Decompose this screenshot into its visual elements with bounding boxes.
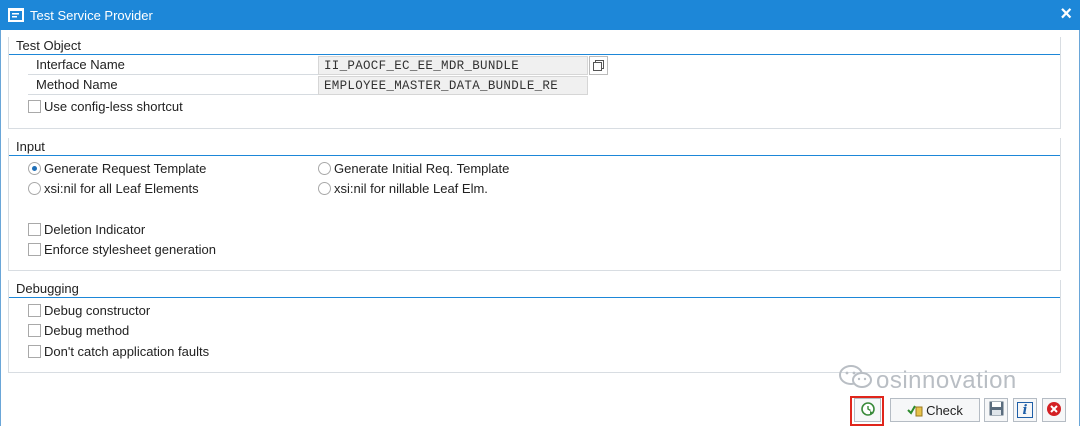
test-object-group: Test Object Interface Name II_PAOCF_EC_E… — [8, 37, 1061, 129]
checkbox-box[interactable] — [28, 242, 41, 256]
radio-xsi-all[interactable]: xsi:nil for all Leaf Elements — [28, 179, 199, 197]
interface-name-field[interactable]: II_PAOCF_EC_EE_MDR_BUNDLE — [318, 56, 588, 75]
checkbox-box[interactable] — [28, 222, 41, 236]
info-button[interactable]: i — [1013, 398, 1037, 422]
watermark-text: osinnovation — [876, 366, 1017, 394]
checkbox-box[interactable] — [28, 99, 41, 113]
info-icon: i — [1017, 402, 1033, 418]
title-bar: Test Service Provider × — [0, 0, 1080, 30]
window-title: Test Service Provider — [30, 7, 153, 23]
close-icon[interactable]: × — [1060, 3, 1072, 25]
radio-xsi-all-label: xsi:nil for all Leaf Elements — [44, 180, 199, 196]
interface-name-label: Interface Name — [28, 56, 318, 75]
debug-method-label: Debug method — [44, 322, 130, 338]
config-less-checkbox[interactable]: Use config-less shortcut — [28, 97, 183, 115]
dont-catch-label: Don't catch application faults — [44, 343, 210, 359]
radio-button[interactable] — [28, 181, 41, 195]
copy-icon[interactable] — [589, 56, 608, 75]
debug-constructor-checkbox[interactable]: Debug constructor — [28, 301, 150, 319]
save-button[interactable] — [984, 398, 1008, 422]
group-title-test-object: Test Object — [9, 37, 1060, 55]
enforce-stylesheet-label: Enforce stylesheet generation — [44, 241, 216, 257]
window-icon — [8, 8, 24, 22]
dont-catch-checkbox[interactable]: Don't catch application faults — [28, 342, 209, 360]
enforce-stylesheet-checkbox[interactable]: Enforce stylesheet generation — [28, 240, 216, 258]
input-group: Input Generate Request Template Generate… — [8, 138, 1061, 271]
method-name-field[interactable]: EMPLOYEE_MASTER_DATA_BUNDLE_RE — [318, 76, 588, 95]
check-icon — [907, 403, 923, 417]
deletion-indicator-checkbox[interactable]: Deletion Indicator — [28, 220, 145, 238]
radio-xsi-nillable[interactable]: xsi:nil for nillable Leaf Elm. — [318, 179, 488, 197]
radio-generate-request[interactable]: Generate Request Template — [28, 159, 206, 177]
checkbox-box[interactable] — [28, 303, 41, 317]
debug-constructor-label: Debug constructor — [44, 302, 151, 318]
watermark: osinnovation — [838, 364, 1017, 397]
radio-button[interactable] — [318, 161, 331, 175]
wechat-icon — [838, 364, 874, 397]
radio-generate-initial-label: Generate Initial Req. Template — [334, 160, 510, 176]
check-label: Check — [926, 402, 963, 418]
checkbox-box[interactable] — [28, 344, 41, 358]
highlight-box — [850, 396, 884, 426]
cancel-icon — [1046, 401, 1062, 420]
group-title-debugging: Debugging — [9, 280, 1060, 298]
group-title-input: Input — [9, 138, 1060, 156]
debugging-group: Debugging Debug constructor Debug method… — [8, 280, 1061, 373]
save-icon — [989, 401, 1004, 419]
debug-method-checkbox[interactable]: Debug method — [28, 321, 129, 339]
deletion-indicator-label: Deletion Indicator — [44, 221, 146, 237]
cancel-button[interactable] — [1042, 398, 1066, 422]
radio-button-selected[interactable] — [28, 161, 41, 175]
radio-button[interactable] — [318, 181, 331, 195]
radio-xsi-nillable-label: xsi:nil for nillable Leaf Elm. — [334, 180, 488, 196]
method-name-label: Method Name — [28, 76, 318, 95]
checkbox-box[interactable] — [28, 323, 41, 337]
radio-generate-request-label: Generate Request Template — [44, 160, 207, 176]
config-less-label: Use config-less shortcut — [44, 98, 183, 114]
check-button[interactable]: Check — [890, 398, 980, 422]
radio-generate-initial[interactable]: Generate Initial Req. Template — [318, 159, 509, 177]
